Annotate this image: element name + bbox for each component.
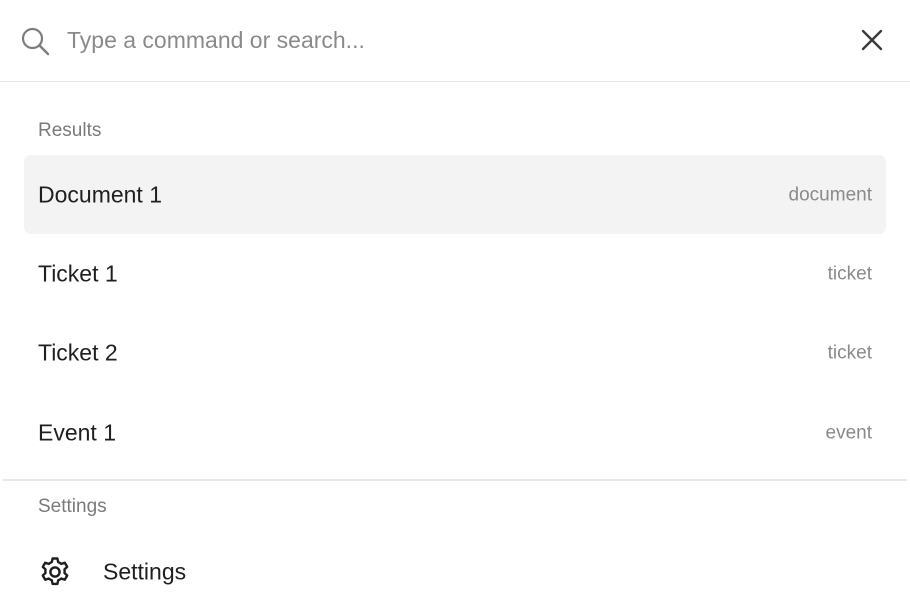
result-item-ticket-1[interactable]: Ticket 1 ticket [24, 234, 886, 313]
result-title: Ticket 1 [38, 260, 118, 286]
search-input[interactable] [67, 21, 827, 59]
section-divider [3, 479, 907, 481]
close-icon[interactable] [859, 27, 885, 53]
result-title: Ticket 2 [38, 339, 118, 365]
result-title: Document 1 [38, 181, 163, 207]
results-section-label: Results [38, 120, 102, 141]
settings-item[interactable]: Settings [24, 534, 886, 610]
result-item-document-1[interactable]: Document 1 document [24, 155, 886, 234]
result-item-ticket-2[interactable]: Ticket 2 ticket [24, 313, 886, 392]
result-item-event-1[interactable]: Event 1 event [24, 393, 886, 472]
search-bar [0, 0, 910, 82]
gear-icon [41, 557, 69, 586]
search-icon [21, 27, 50, 56]
result-title: Event 1 [38, 419, 116, 445]
settings-item-label: Settings [103, 558, 187, 585]
result-type: ticket [827, 342, 872, 363]
settings-section-label: Settings [38, 496, 107, 517]
result-type: event [825, 422, 872, 443]
result-type: document [788, 184, 872, 205]
result-type: ticket [827, 263, 872, 284]
command-palette: Results Document 1 document Ticket 1 tic… [0, 0, 910, 616]
